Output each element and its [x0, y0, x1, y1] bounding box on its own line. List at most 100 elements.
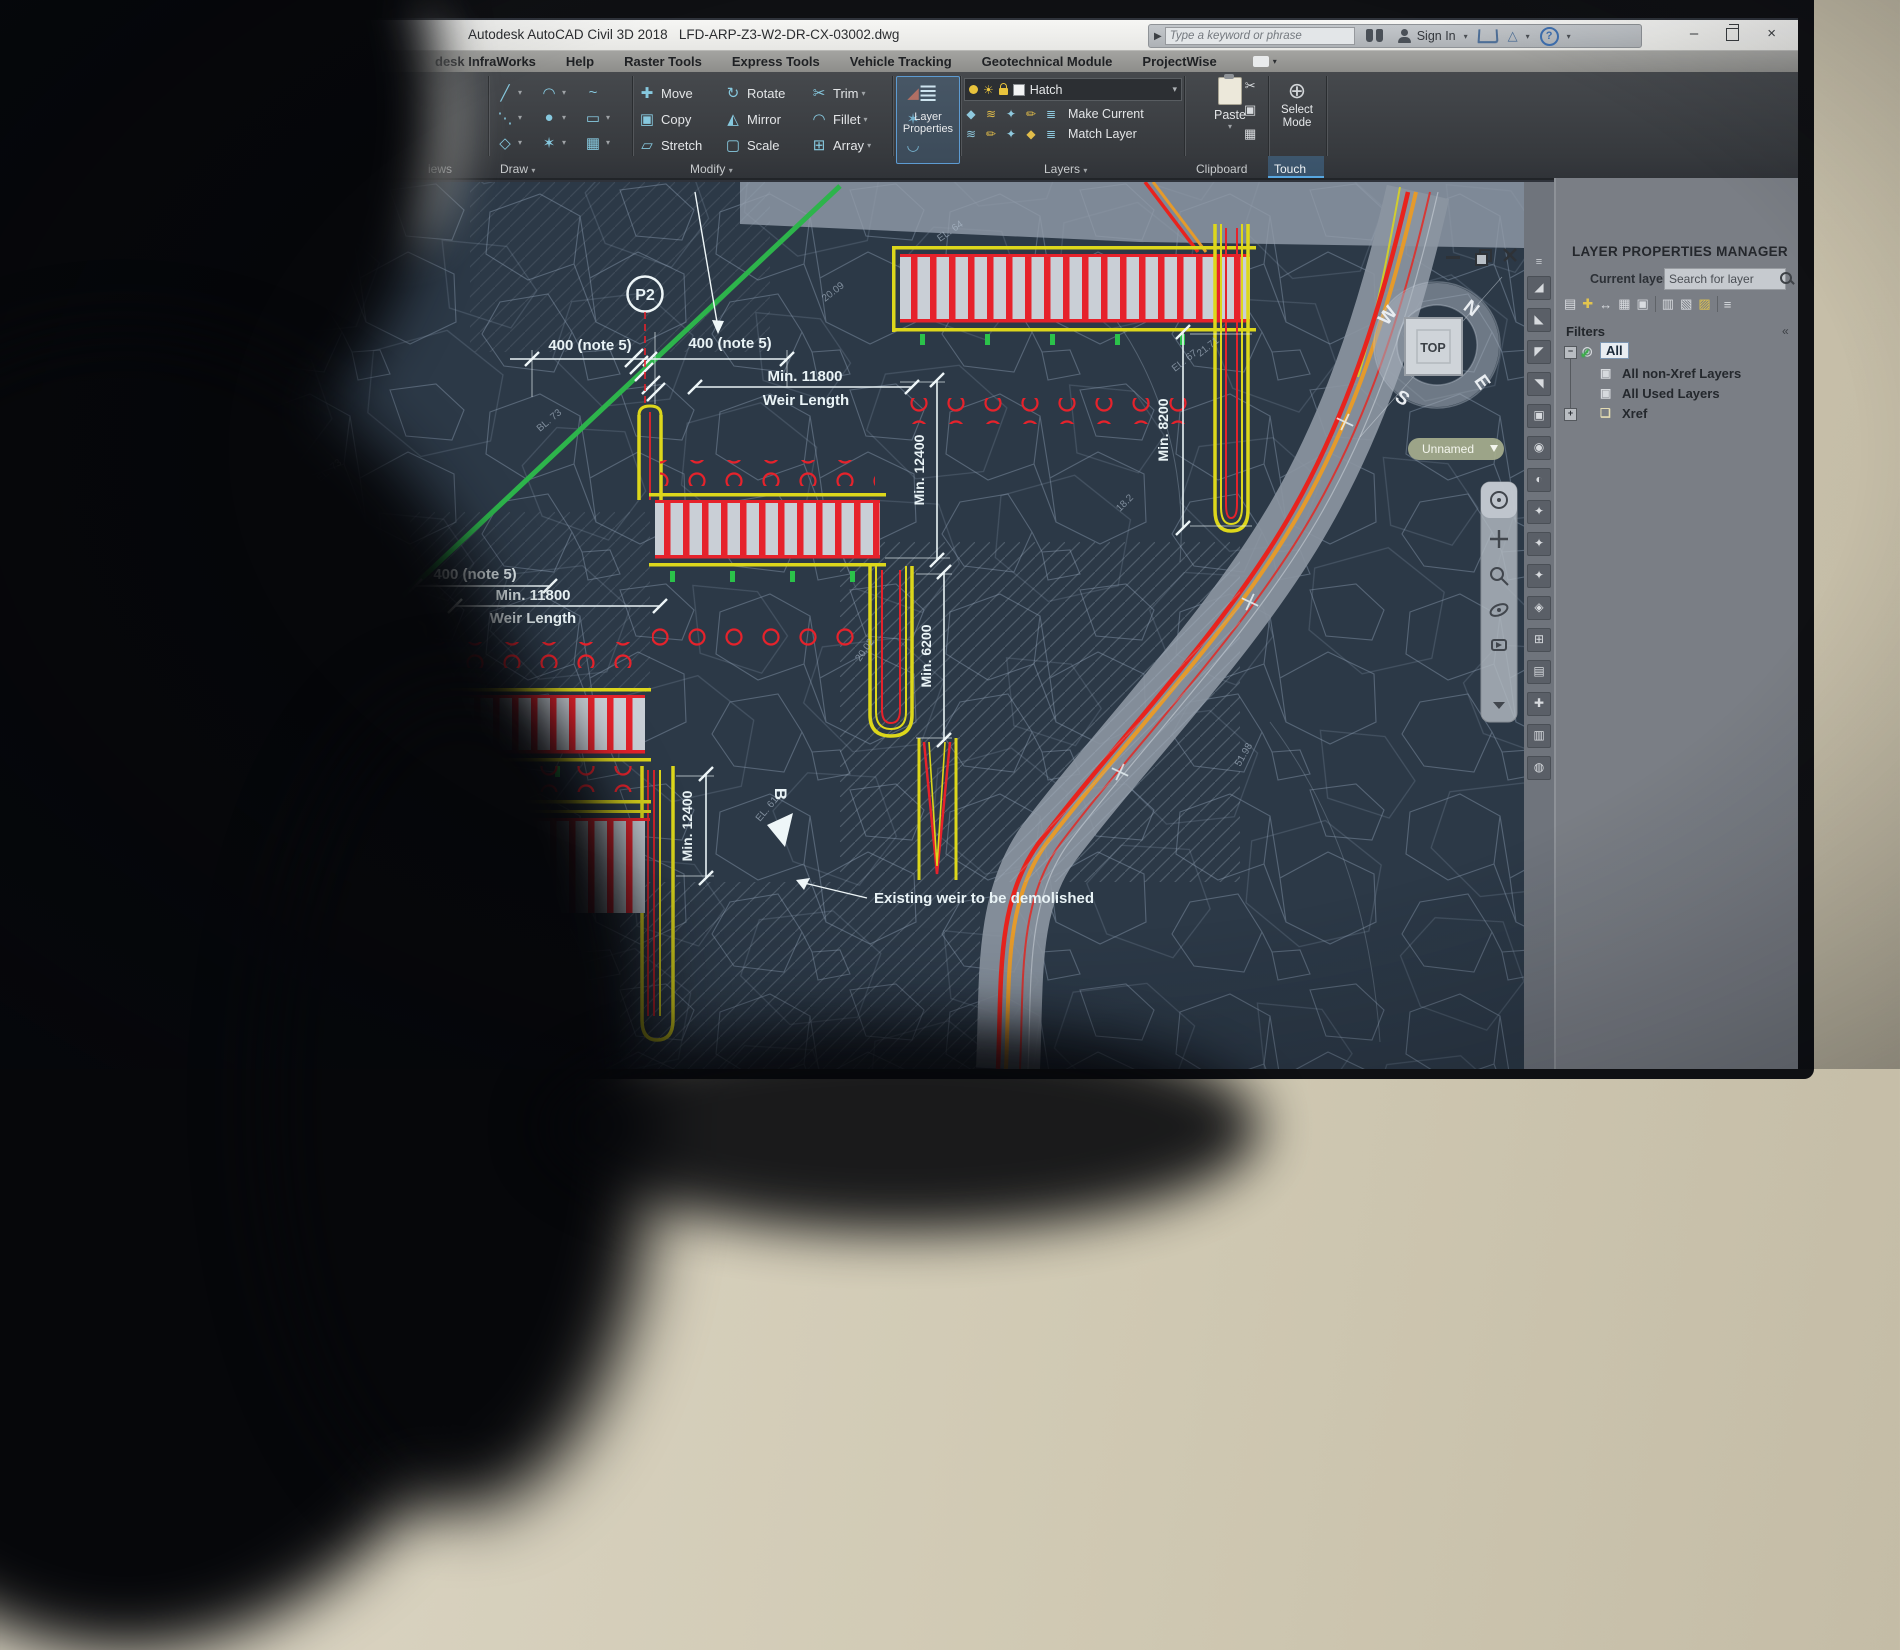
arc-tool[interactable]: ◠▾ [538, 80, 582, 105]
set-current-icon[interactable]: ▧ [1680, 296, 1692, 312]
sign-in-caret-icon[interactable]: ▾ [1464, 32, 1468, 41]
side-tool-icon[interactable]: ◈ [1527, 596, 1551, 620]
layer-properties-button[interactable]: ≣ LayerProperties [896, 76, 960, 164]
layer-states-icon[interactable]: ↔ [1599, 297, 1612, 312]
side-tool-icon[interactable]: ✦ [1527, 532, 1551, 556]
tab-infraworks[interactable]: desk InfraWorks [435, 54, 536, 69]
refresh-icon[interactable]: ≡ [1724, 297, 1732, 312]
side-tool-icon[interactable]: ⊞ [1527, 628, 1551, 652]
search-binoculars-icon[interactable] [1365, 29, 1385, 43]
toolbar-grip[interactable]: ≡ [1536, 256, 1542, 268]
hatch-tool[interactable]: ▦▾ [582, 130, 628, 155]
side-tool-icon[interactable]: ◍ [1527, 756, 1551, 780]
modify-panel-label[interactable]: Modify ▾ [690, 162, 733, 176]
infocenter-collapse-icon[interactable]: ▶ [1154, 31, 1162, 42]
collapse-filters-icon[interactable]: « [1782, 324, 1789, 338]
copy-clip-icon[interactable]: ▣ [1244, 102, 1256, 118]
array-button[interactable]: ⊞Array▾ [808, 132, 902, 158]
side-tool-icon[interactable]: ◢ [1527, 276, 1551, 300]
circle-tool[interactable]: ●▾ [538, 105, 582, 130]
scale-button[interactable]: ▢Scale [722, 132, 808, 158]
select-mode-button[interactable]: ⊕ SelectMode [1274, 78, 1320, 130]
delete-layer-icon[interactable]: ▥ [1662, 296, 1674, 312]
new-property-filter-icon[interactable]: ▤ [1564, 296, 1576, 312]
dim-min-11800-mid: Min. 11800 [495, 587, 570, 604]
point-tool[interactable]: ✶▾ [538, 130, 582, 155]
camera-tab-icon[interactable] [1253, 56, 1269, 67]
sign-in-button[interactable]: Sign In [1417, 29, 1456, 43]
keyword-search-input[interactable] [1165, 27, 1355, 45]
user-icon[interactable] [1397, 29, 1411, 43]
layer-search-icon[interactable] [1780, 272, 1792, 284]
new-group-filter-icon[interactable]: ✚ [1582, 296, 1593, 312]
line-tool[interactable]: ╱▾ [494, 80, 538, 105]
tree-item-all[interactable]: − ◎ ✓ All [1556, 344, 1798, 363]
side-tool-icon[interactable]: ✚ [1527, 692, 1551, 716]
side-tool-icon[interactable]: ◣ [1527, 308, 1551, 332]
drawing-canvas[interactable]: 400 (note 5) 400 (note 5) Min. 11800 Wei… [240, 182, 1524, 1069]
tab-overflow-caret-icon[interactable]: ▾ [1273, 57, 1277, 66]
match-layer-button[interactable]: Match Layer [1068, 127, 1137, 141]
close-button[interactable]: × [1767, 25, 1776, 43]
rectangle-tool[interactable]: ▭▾ [582, 105, 628, 130]
side-tool-icon[interactable]: ◥ [1527, 372, 1551, 396]
layer-combo-caret-icon[interactable]: ▾ [1172, 84, 1177, 95]
move-button[interactable]: ✚Move [636, 80, 722, 106]
side-tool-icon[interactable]: ◐ [1527, 468, 1551, 492]
side-tool-icon[interactable]: ◤ [1527, 340, 1551, 364]
paste-special-icon[interactable]: ▦ [1244, 126, 1256, 142]
tab-help[interactable]: Help [566, 54, 594, 69]
side-tool-icon[interactable]: ✦ [1527, 500, 1551, 524]
tree-item-used[interactable]: ▣ All Used Layers [1556, 386, 1798, 405]
polygon-tool[interactable]: ◇▾ [494, 130, 538, 155]
side-tool-icon[interactable]: ✦ [1527, 564, 1551, 588]
help-icon[interactable]: ? [1540, 27, 1559, 46]
dim-400-note-mid: 400 (note 5) [433, 566, 516, 583]
tree-item-non-xref[interactable]: ▣ All non-Xref Layers [1556, 366, 1798, 385]
paste-button[interactable]: Paste ▾ [1188, 77, 1272, 131]
layer-on-bulb-icon[interactable] [969, 85, 978, 94]
fillet-button[interactable]: ◠Fillet▾ [808, 106, 902, 132]
trim-button[interactable]: ✂Trim▾ [808, 80, 902, 106]
restore-button[interactable] [1726, 28, 1739, 41]
layers-panel-label[interactable]: Layers ▾ [1044, 162, 1087, 176]
construction-line-tool[interactable]: ⋱▾ [494, 105, 538, 130]
collapse-node-icon[interactable]: − [1564, 346, 1577, 359]
new-layer-icon[interactable]: ▦ [1618, 296, 1630, 312]
cut-icon[interactable]: ✂ [1244, 78, 1256, 94]
merge-layer-icon[interactable]: ▨ [1698, 296, 1710, 312]
copy-button[interactable]: ▣Copy [636, 106, 722, 132]
minimize-button[interactable]: – [1690, 25, 1698, 43]
mirror-button[interactable]: ◭Mirror [722, 106, 808, 132]
side-tool-icon[interactable]: ◉ [1527, 436, 1551, 460]
store-cart-icon[interactable] [1477, 29, 1498, 43]
filter-folder-icon: ▣ [1600, 386, 1611, 400]
tab-geotechnical-module[interactable]: Geotechnical Module [982, 54, 1113, 69]
rotate-button[interactable]: ↻Rotate [722, 80, 808, 106]
a360-caret-icon[interactable]: ▾ [1526, 32, 1530, 41]
make-current-button[interactable]: Make Current [1068, 107, 1144, 121]
new-layer-vp-icon[interactable]: ▣ [1637, 296, 1649, 312]
side-tool-icon[interactable]: ▣ [1527, 404, 1551, 428]
side-tool-icon[interactable]: ▥ [1527, 724, 1551, 748]
polyline-tool[interactable]: ~ [582, 80, 628, 105]
layer-thaw-sun-icon[interactable]: ☀ [983, 83, 994, 97]
stretch-button[interactable]: ▱Stretch [636, 132, 722, 158]
view-label-pill[interactable]: Unnamed [1408, 438, 1504, 460]
tab-raster-tools[interactable]: Raster Tools [624, 54, 702, 69]
draw-panel-label[interactable]: Draw ▾ [500, 162, 535, 176]
layer-lock-icon[interactable] [999, 88, 1008, 95]
tab-projectwise[interactable]: ProjectWise [1142, 54, 1216, 69]
tab-express-tools[interactable]: Express Tools [732, 54, 820, 69]
tab-vehicle-tracking[interactable]: Vehicle Tracking [850, 54, 952, 69]
help-caret-icon[interactable]: ▾ [1567, 32, 1571, 41]
layer-search-input[interactable] [1664, 268, 1786, 290]
a360-icon[interactable]: △ [1508, 28, 1518, 44]
expand-node-icon[interactable]: + [1564, 408, 1577, 421]
tree-item-xref[interactable]: + ❏ Xref [1556, 406, 1798, 425]
side-tool-icon[interactable]: ▤ [1527, 660, 1551, 684]
layer-color-swatch[interactable] [1013, 84, 1025, 96]
views-panel-label[interactable]: iews [428, 162, 452, 176]
layer-selector-combo[interactable]: ☀ Hatch ▾ [964, 78, 1182, 101]
navigation-bar[interactable] [1481, 482, 1517, 722]
